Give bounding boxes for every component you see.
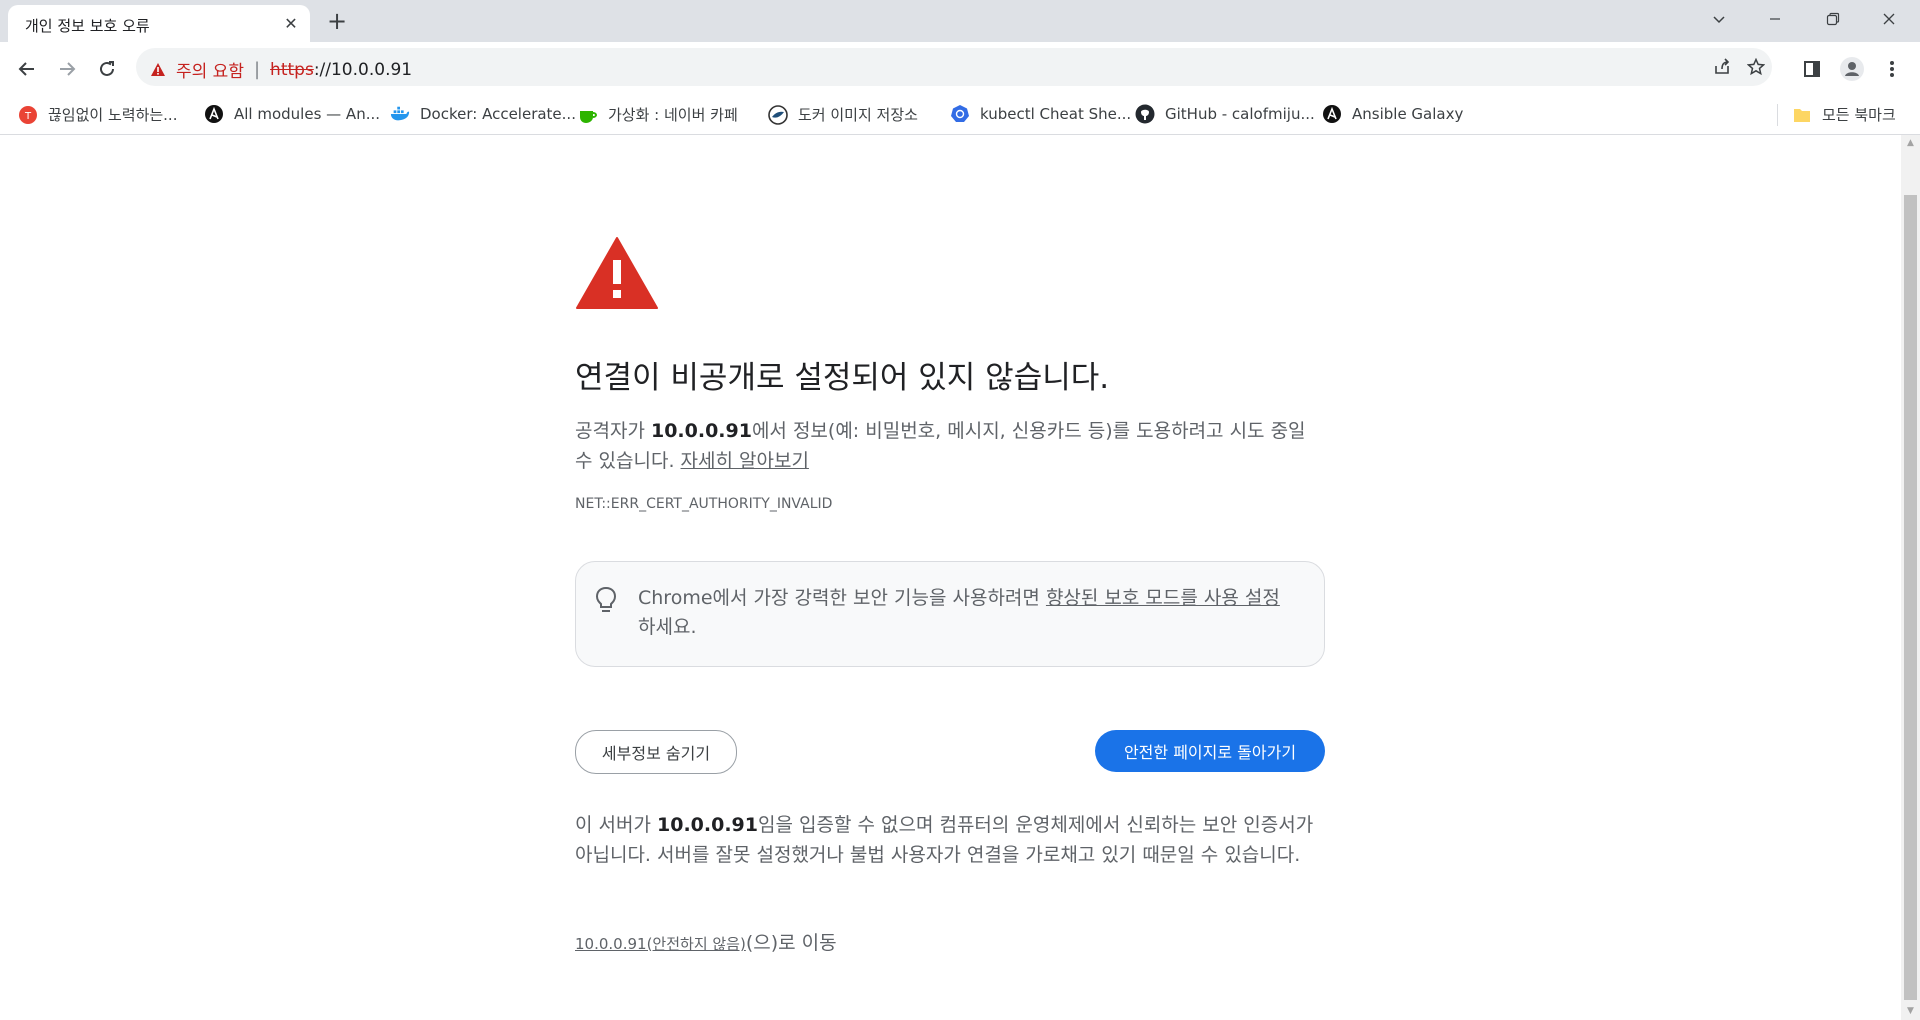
warning-triangle-icon <box>576 237 658 309</box>
tip-text: Chrome에서 가장 강력한 보안 기능을 사용하려면 향상된 보호 모드를 … <box>638 584 1298 642</box>
forward-arrow-icon <box>60 62 76 76</box>
bookmark-item[interactable]: GitHub - calofmiju... <box>1135 104 1315 124</box>
learn-more-link[interactable]: 자세히 알아보기 <box>681 450 809 472</box>
close-window-button[interactable] <box>1866 0 1912 38</box>
svg-text:T: T <box>24 111 32 122</box>
bookmark-label: All modules — An... <box>234 105 381 123</box>
page-scrollbar[interactable]: ▲ ▼ <box>1901 135 1920 1020</box>
scrollbar-thumb[interactable] <box>1904 195 1917 1000</box>
not-secure-warning-icon[interactable] <box>150 62 166 77</box>
scroll-up-arrow[interactable]: ▲ <box>1901 135 1920 152</box>
side-panel-icon[interactable] <box>1797 54 1827 84</box>
back-arrow-icon <box>18 62 34 76</box>
more-menu-icon[interactable] <box>1877 54 1907 84</box>
security-separator: | <box>253 59 261 80</box>
naver-cafe-icon <box>578 105 598 125</box>
tab-strip: 개인 정보 보호 오류 ✕ + <box>0 0 1920 42</box>
profile-avatar-icon[interactable] <box>1837 54 1867 84</box>
forward-button[interactable] <box>52 54 82 84</box>
enhanced-protection-tip: Chrome에서 가장 강력한 보안 기능을 사용하려면 향상된 보호 모드를 … <box>575 561 1325 667</box>
bookmark-item[interactable]: All modules — An... <box>204 104 380 124</box>
bookmark-item[interactable]: T 끊임없이 노력하는... <box>18 104 177 125</box>
explanation-prefix: 공격자가 <box>575 420 651 442</box>
bookmark-item[interactable]: kubectl Cheat She... <box>950 104 1131 124</box>
docker-icon <box>390 104 410 124</box>
proceed-line: 10.0.0.91(안전하지 않음)(으)로 이동 <box>575 928 837 955</box>
bookmark-item[interactable]: Docker: Accelerate... <box>390 104 576 124</box>
bookmark-label: kubectl Cheat She... <box>980 105 1132 123</box>
restore-button[interactable] <box>1810 0 1856 38</box>
reload-button[interactable] <box>92 54 122 84</box>
bookmark-item[interactable]: 가상화 : 네이버 카페 <box>578 104 738 125</box>
back-to-safety-button[interactable]: 안전한 페이지로 돌아가기 <box>1095 730 1325 772</box>
explanation-paragraph: 공격자가 10.0.0.91에서 정보(예: 비밀번호, 메시지, 신용카드 등… <box>575 416 1325 476</box>
bookmark-star-icon[interactable] <box>1743 54 1769 80</box>
all-bookmarks-button[interactable]: 모든 북마크 <box>1792 104 1896 125</box>
details-paragraph: 이 서버가 10.0.0.91임을 입증할 수 없으며 컴퓨터의 운영체제에서 … <box>575 810 1325 870</box>
tab-title: 개인 정보 보호 오류 <box>25 17 150 35</box>
bookmark-item[interactable]: 도커 이미지 저장소 <box>768 104 918 125</box>
url-host: ://10.0.0.91 <box>313 59 413 80</box>
scroll-down-arrow[interactable]: ▼ <box>1901 1003 1920 1020</box>
bookmark-item[interactable]: Ansible Galaxy <box>1322 104 1463 124</box>
address-bar[interactable]: 주의 요함 | https ://10.0.0.91 <box>136 48 1772 86</box>
hide-details-button[interactable]: 세부정보 숨기기 <box>575 730 737 774</box>
back-button[interactable] <box>12 54 42 84</box>
share-icon[interactable] <box>1709 54 1735 80</box>
bookmarks-separator <box>1777 104 1778 126</box>
bookmarks-bar: T 끊임없이 노력하는... All modules — An... Docke… <box>0 96 1920 135</box>
kubernetes-icon <box>950 104 970 124</box>
bookmark-label: GitHub - calofmiju... <box>1165 105 1315 123</box>
bookmark-label: Docker: Accelerate... <box>420 105 576 123</box>
proceed-unsafe-link[interactable]: 10.0.0.91(안전하지 않음) <box>575 935 746 953</box>
active-tab[interactable]: 개인 정보 보호 오류 ✕ <box>8 5 310 42</box>
details-prefix: 이 서버가 <box>575 814 657 836</box>
tab-close-icon[interactable]: ✕ <box>280 13 302 35</box>
error-code[interactable]: NET::ERR_CERT_AUTHORITY_INVALID <box>575 496 832 512</box>
host-name: 10.0.0.91 <box>650 420 752 442</box>
bookmark-label: Ansible Galaxy <box>1352 105 1464 123</box>
registry-icon <box>768 104 788 125</box>
page-title: 연결이 비공개로 설정되어 있지 않습니다. <box>575 360 1110 396</box>
ansible-icon <box>204 104 224 124</box>
tab-search-icon[interactable] <box>1696 0 1742 38</box>
tip-suffix: 하세요. <box>638 616 697 638</box>
bookmark-label: 끊임없이 노력하는... <box>48 106 178 124</box>
folder-icon <box>1792 105 1812 125</box>
reload-icon <box>100 61 114 76</box>
lightbulb-icon <box>595 586 617 612</box>
bookmark-label: 도커 이미지 저장소 <box>798 106 918 124</box>
enhanced-protection-link[interactable]: 향상된 보호 모드를 사용 설정 <box>1046 587 1280 609</box>
proceed-suffix: (으)로 이동 <box>745 932 837 954</box>
url-scheme: https <box>270 59 314 80</box>
all-bookmarks-label: 모든 북마크 <box>1822 106 1896 124</box>
tip-prefix: Chrome에서 가장 강력한 보안 기능을 사용하려면 <box>638 587 1046 609</box>
browser-toolbar: 주의 요함 | https ://10.0.0.91 <box>0 42 1920 96</box>
bookmark-label: 가상화 : 네이버 카페 <box>608 106 738 124</box>
security-status-label[interactable]: 주의 요함 <box>176 57 244 82</box>
red-circle-icon: T <box>18 105 38 125</box>
github-icon <box>1135 104 1155 124</box>
ansible-icon <box>1322 104 1342 124</box>
new-tab-button[interactable]: + <box>322 7 352 37</box>
minimize-button[interactable] <box>1752 0 1798 38</box>
host-name: 10.0.0.91 <box>657 814 758 836</box>
